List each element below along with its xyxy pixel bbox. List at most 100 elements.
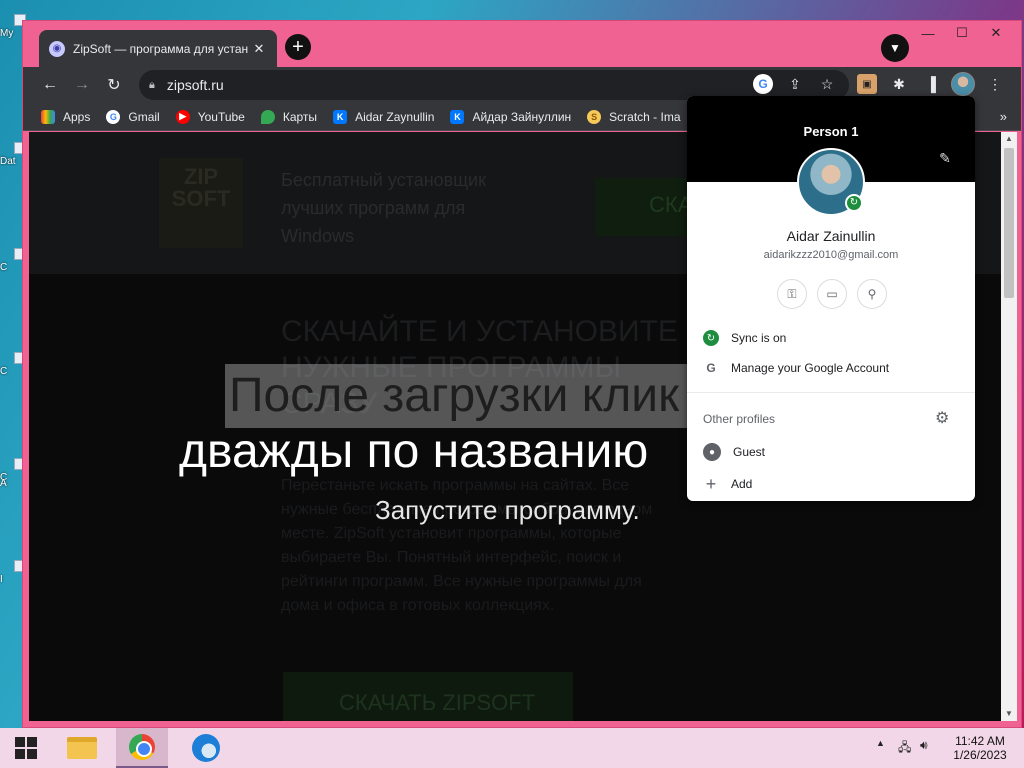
start-button[interactable] bbox=[0, 728, 52, 768]
profile-menu: Person 1 ✎ ↻ Aidar Zainullin aidarikzzz2… bbox=[687, 96, 975, 501]
caption-line-2: дважды по названию bbox=[179, 425, 649, 478]
lock-icon: 🔒︎ bbox=[149, 78, 155, 91]
bookmark-vk-aidar[interactable]: K Aidar Zaynullin bbox=[333, 109, 434, 124]
extensions-puzzle-icon[interactable]: ✱ bbox=[889, 74, 909, 94]
download-zipsoft-button[interactable]: СКАЧАТЬ ZIPSOFT bbox=[283, 672, 573, 721]
desktop-icon-i[interactable]: I bbox=[0, 560, 26, 585]
folder-icon bbox=[67, 737, 97, 759]
desktop-icon-data[interactable]: Dat bbox=[0, 142, 26, 167]
site-tagline: Бесплатный установщик лучших программ дл… bbox=[281, 170, 486, 246]
profile-full-name: Aidar Zainullin bbox=[786, 228, 876, 244]
google-lens-icon[interactable]: G bbox=[753, 74, 773, 94]
minimize-button[interactable]: — bbox=[911, 21, 945, 45]
google-icon: G bbox=[706, 361, 716, 375]
bookmark-gmail[interactable]: G Gmail bbox=[106, 109, 160, 124]
profile-avatar-button[interactable] bbox=[951, 72, 975, 96]
sync-badge-icon: ↻ bbox=[845, 194, 863, 212]
manage-google-account-item[interactable]: G Manage your Google Account bbox=[687, 354, 975, 382]
tab-title: ZipSoft — программа для устан bbox=[73, 41, 249, 56]
bookmark-scratch[interactable]: S Scratch - Ima bbox=[587, 109, 681, 124]
youtube-icon: ▶ bbox=[175, 109, 190, 124]
add-label: Add bbox=[731, 477, 753, 491]
bookmark-label: YouTube bbox=[197, 109, 245, 124]
bookmark-label: Карты bbox=[282, 109, 318, 124]
back-arrow-icon[interactable]: ← bbox=[37, 72, 63, 98]
other-profiles-heading: Other profiles bbox=[703, 412, 776, 426]
bookmark-youtube[interactable]: ▶ YouTube bbox=[175, 109, 245, 124]
profile-email: aidarikzzz2010@gmail.com bbox=[763, 249, 899, 261]
clock-time: 11:42 AM bbox=[955, 734, 1005, 748]
bookmark-vk-aidar-ru[interactable]: K Айдар Зайнуллин bbox=[450, 109, 572, 124]
divider bbox=[687, 392, 975, 393]
tab-search-button[interactable]: ▼ bbox=[881, 34, 909, 62]
forward-arrow-icon[interactable]: → bbox=[69, 72, 95, 98]
scroll-up-icon[interactable]: ▲ bbox=[1001, 132, 1017, 146]
bookmark-label: Айдар Зайнуллин bbox=[472, 109, 572, 124]
passwords-key-icon[interactable]: ⚿ bbox=[777, 279, 807, 309]
bookmark-label: Scratch - Ima bbox=[609, 109, 681, 124]
system-clock[interactable]: 11:42 AM 1/26/2023 bbox=[950, 734, 1010, 762]
desktop-icon-my-computer[interactable]: My bbox=[0, 14, 26, 39]
scroll-down-icon[interactable]: ▼ bbox=[1001, 707, 1017, 721]
vk-icon: K bbox=[333, 109, 348, 124]
add-profile-item[interactable]: + Add bbox=[687, 470, 975, 498]
new-tab-button[interactable]: + bbox=[285, 34, 311, 60]
tray-chevron-up-icon[interactable]: ▲ bbox=[876, 738, 885, 748]
scrollbar-thumb[interactable] bbox=[1004, 148, 1014, 298]
guest-profile-item[interactable]: ● Guest bbox=[687, 438, 975, 466]
desktop-icon-a[interactable]: A bbox=[0, 478, 22, 489]
bookmark-label: Apps bbox=[63, 109, 91, 124]
page-scrollbar[interactable]: ▲ ▼ bbox=[1001, 132, 1017, 721]
taskbar-file-explorer[interactable] bbox=[56, 728, 108, 768]
desktop-icon-label: I bbox=[0, 574, 3, 585]
addresses-location-icon[interactable]: ⚲ bbox=[857, 279, 887, 309]
manage-account-label: Manage your Google Account bbox=[731, 361, 890, 375]
chevron-down-icon: ▼ bbox=[889, 41, 901, 55]
network-icon[interactable]: 🖧︎ bbox=[898, 738, 911, 759]
edit-pencil-icon[interactable]: ✎ bbox=[935, 150, 955, 170]
bookmark-star-icon[interactable]: ☆ bbox=[817, 74, 837, 94]
desktop-icon-label: C bbox=[0, 366, 8, 377]
volume-icon[interactable]: 🔊︎ bbox=[920, 738, 928, 753]
zipsoft-favicon-icon: ◉ bbox=[49, 40, 65, 57]
clock-date: 1/26/2023 bbox=[953, 748, 1007, 762]
browser-tab[interactable]: ◉ ZipSoft — программа для устан ✕ bbox=[39, 30, 277, 67]
guest-label: Guest bbox=[733, 445, 766, 459]
desktop-icon-c2[interactable]: C bbox=[0, 352, 26, 377]
desktop-icon-label: My bbox=[0, 28, 14, 39]
windows-logo-icon bbox=[15, 737, 37, 759]
menu-kebab-icon[interactable]: ⋮ bbox=[985, 74, 1005, 94]
gear-icon[interactable]: ⚙ bbox=[935, 408, 949, 428]
url-text: zipsoft.ru bbox=[166, 77, 224, 93]
apps-grid-icon bbox=[41, 109, 55, 124]
bookmark-maps[interactable]: Карты bbox=[260, 109, 318, 124]
profile-header-name: Person 1 bbox=[803, 124, 859, 139]
person-icon: ● bbox=[703, 443, 721, 461]
taskbar: ▲ 🖧︎ 🔊︎ 11:42 AM 1/26/2023 bbox=[0, 728, 1024, 768]
vk-icon: K bbox=[450, 109, 465, 124]
scratch-icon: S bbox=[587, 109, 602, 124]
bookmarks-overflow-button[interactable]: » bbox=[1000, 109, 1007, 124]
desktop-icon-label: Dat bbox=[0, 156, 16, 167]
share-icon[interactable]: ⇪ bbox=[785, 74, 805, 94]
desktop-icon-label: C bbox=[0, 262, 8, 273]
close-window-button[interactable]: ✕ bbox=[979, 21, 1013, 45]
profile-quick-actions: ⚿ ▭ ⚲ bbox=[777, 279, 887, 309]
zipsoft-logo[interactable]: ZIP SOFT bbox=[159, 158, 243, 248]
bookmark-apps[interactable]: Apps bbox=[41, 109, 91, 124]
caption-line-1: После загрузки клик bbox=[225, 364, 695, 428]
payment-card-icon[interactable]: ▭ bbox=[817, 279, 847, 309]
desktop-icon-c1[interactable]: C bbox=[0, 248, 26, 273]
caption-line-3: Запустите программу. bbox=[375, 495, 640, 525]
taskbar-chrome[interactable] bbox=[116, 728, 168, 768]
tab-close-icon[interactable]: ✕ bbox=[251, 41, 267, 57]
maximize-button[interactable]: ☐ bbox=[945, 21, 979, 45]
sync-label: Sync is on bbox=[731, 331, 787, 345]
taskbar-edge[interactable] bbox=[180, 728, 232, 768]
reload-icon[interactable]: ↻ bbox=[101, 72, 127, 98]
sync-status-item[interactable]: ↻ Sync is on bbox=[687, 324, 975, 352]
sync-icon: ↻ bbox=[703, 330, 719, 346]
side-panel-icon[interactable]: ▐ bbox=[921, 74, 941, 94]
edge-icon bbox=[192, 734, 220, 762]
extension-icon[interactable]: ▣ bbox=[857, 74, 877, 94]
